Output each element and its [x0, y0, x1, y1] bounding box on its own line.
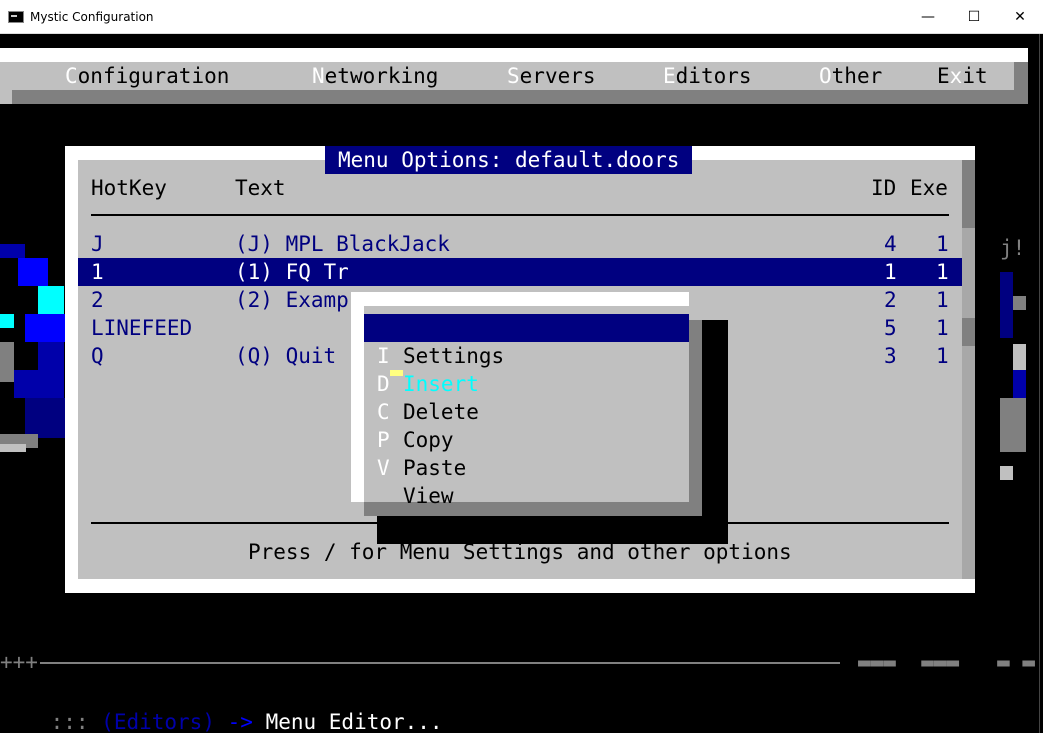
window-scrollbar[interactable]: [1039, 34, 1043, 733]
status-breadcrumb: ::: (Editors) -> Menu Editor...: [50, 710, 443, 733]
console-app-icon: [8, 11, 24, 23]
menu-networking[interactable]: Networking: [312, 62, 438, 90]
menu-other[interactable]: Other: [819, 62, 882, 90]
header-divider: [91, 214, 949, 216]
menu-configuration[interactable]: Configuration: [65, 62, 229, 90]
context-menu-insert[interactable]: I Insert: [364, 314, 689, 396]
minimize-button[interactable]: —: [905, 0, 951, 34]
column-header-text: Text: [235, 176, 286, 200]
context-menu-view[interactable]: V View: [364, 426, 689, 508]
side-text: j!: [1000, 236, 1026, 260]
menu-exit[interactable]: Exit: [937, 62, 988, 90]
column-header-exe: Exe: [910, 176, 948, 200]
console-area: Configuration Networking Servers Editors…: [0, 34, 1043, 733]
close-button[interactable]: ✕: [997, 0, 1043, 34]
scrollbar-thumb[interactable]: [962, 318, 975, 346]
column-header-id: ID: [871, 176, 897, 200]
menu-editors[interactable]: Editors: [663, 62, 752, 90]
context-menu-delete[interactable]: D Delete: [364, 342, 689, 424]
table-row-selected[interactable]: 1 (1) FQ Tr 1 1: [78, 258, 962, 286]
context-menu-paste[interactable]: P Paste: [364, 398, 689, 480]
menu-servers[interactable]: Servers: [507, 62, 596, 90]
window-titlebar: Mystic Configuration — ☐ ✕: [0, 0, 1043, 34]
window-title: Mystic Configuration: [30, 10, 154, 24]
column-header-hotkey: HotKey: [91, 176, 167, 200]
dialog-scrollbar[interactable]: [962, 160, 975, 579]
context-menu-copy[interactable]: C Copy: [364, 370, 689, 452]
dialog-title: Menu Options: default.doors: [325, 146, 693, 174]
main-menubar: Configuration Networking Servers Editors…: [0, 48, 1028, 104]
context-menu-settings[interactable]: S Settings: [364, 286, 689, 368]
status-section: Editors: [113, 710, 203, 733]
maximize-button[interactable]: ☐: [951, 0, 997, 34]
status-location: Menu Editor...: [265, 710, 443, 733]
table-row[interactable]: J (J) MPL BlackJack 4 1: [78, 230, 962, 258]
